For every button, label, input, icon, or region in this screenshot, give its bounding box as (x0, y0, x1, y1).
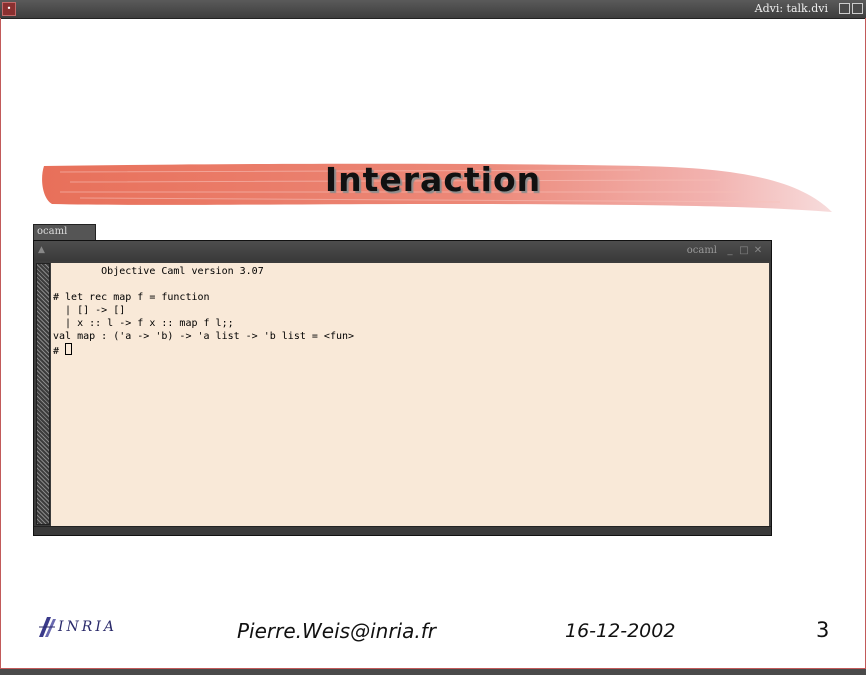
terminal-line: val map : ('a -> 'b) -> 'a list -> 'b li… (53, 331, 355, 342)
terminal-prompt: # (53, 346, 66, 357)
window-menu-icon[interactable]: • (2, 2, 16, 16)
maximize-icon[interactable] (852, 3, 863, 14)
author-email: Pierre.Weis@inria.fr (237, 619, 436, 643)
maximize-icon[interactable]: □ (739, 246, 749, 256)
terminal-scrollbar[interactable] (36, 263, 50, 525)
terminal-output: Objective Caml version 3.07 # let rec ma… (53, 265, 354, 358)
minimize-icon[interactable]: _ (725, 246, 735, 256)
frame-left-border (0, 18, 1, 675)
terminal-title: ocaml (686, 245, 717, 256)
window-title: Advi: talk.dvi (754, 2, 828, 15)
page-number: 3 (816, 618, 830, 642)
terminal-menu-icon[interactable]: ▲ (38, 245, 50, 257)
close-icon[interactable]: ✕ (753, 246, 763, 256)
terminal-titlebar[interactable]: ▲ ocaml _ □ ✕ (34, 241, 771, 261)
inria-logo: INRIA (37, 615, 117, 639)
inria-logo-icon (37, 615, 57, 639)
text-cursor (65, 343, 73, 355)
terminal-line: Objective Caml version 3.07 (53, 266, 264, 277)
slide-title: Interaction (324, 160, 542, 199)
terminal-line: | x :: l -> f x :: map f l;; (53, 318, 234, 329)
talk-date: 16-12-2002 (565, 620, 676, 642)
terminal-bottom-bar (34, 526, 771, 535)
terminal-line: # let rec map f = function (53, 292, 210, 303)
window-bottom-bar (0, 668, 866, 675)
terminal-window[interactable]: ▲ ocaml _ □ ✕ Objective Caml version 3.0… (33, 240, 772, 536)
terminal-line: | [] -> [] (53, 305, 126, 316)
tab-ocaml[interactable]: ocaml (33, 224, 96, 240)
window-titlebar[interactable]: • Advi: talk.dvi (0, 0, 866, 19)
terminal-body[interactable]: Objective Caml version 3.07 # let rec ma… (51, 263, 769, 527)
logo-text: INRIA (58, 619, 117, 635)
minimize-icon[interactable] (839, 3, 850, 14)
